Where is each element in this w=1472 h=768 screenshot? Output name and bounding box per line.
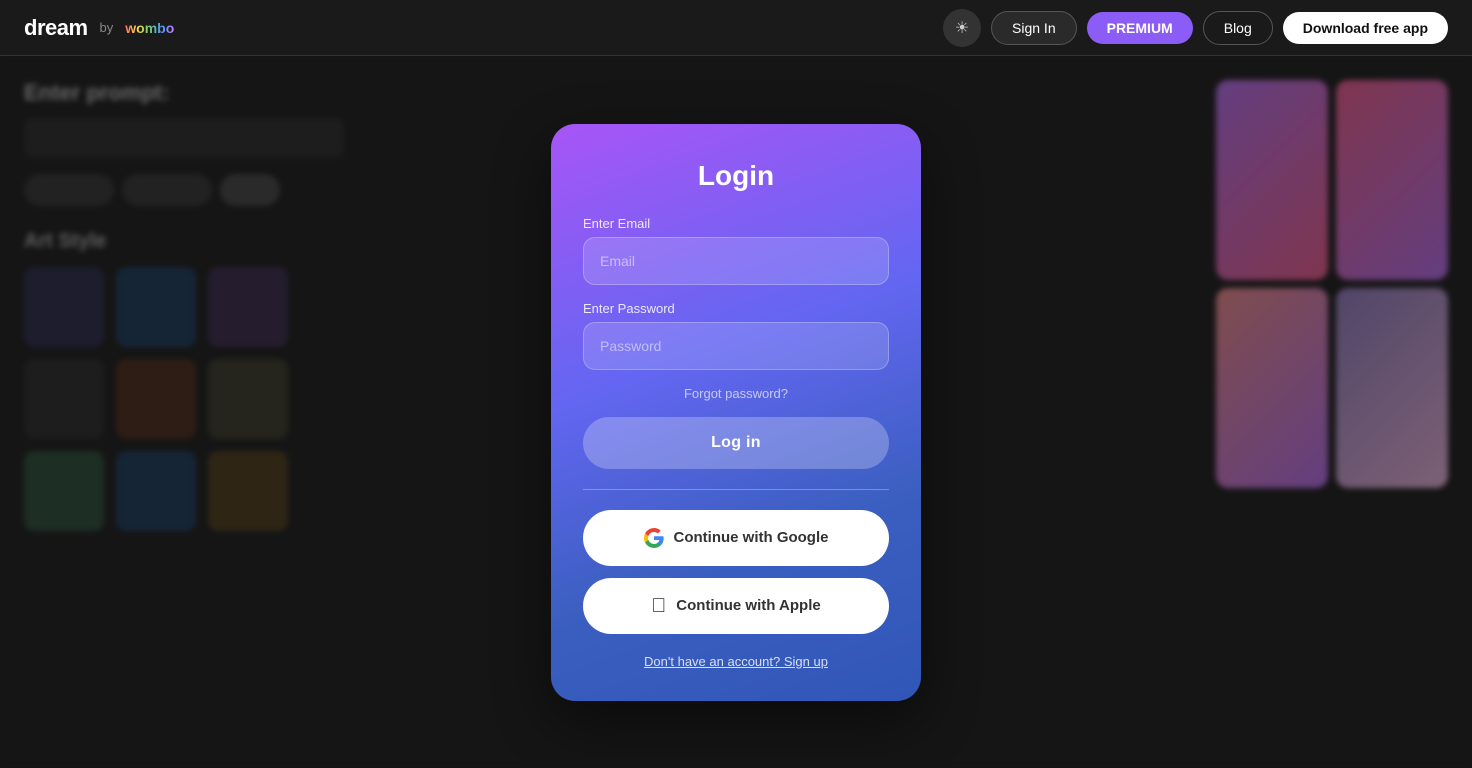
logo-dream: dream [24, 15, 88, 41]
continue-with-apple-button[interactable]:  Continue with Apple [583, 578, 889, 634]
sun-icon: ☀ [955, 18, 969, 38]
google-button-label: Continue with Google [674, 529, 829, 546]
download-app-button[interactable]: Download free app [1283, 12, 1448, 44]
password-input[interactable] [583, 322, 889, 370]
logo-by: by [100, 20, 114, 35]
login-button[interactable]: Log in [583, 417, 889, 469]
modal-overlay: Login Enter Email Enter Password Forgot … [0, 56, 1472, 768]
apple-button-label: Continue with Apple [676, 597, 820, 614]
modal-title: Login [583, 160, 889, 192]
continue-with-google-button[interactable]: Continue with Google [583, 510, 889, 566]
navbar-actions: ☀ Sign In PREMIUM Blog Download free app [943, 9, 1448, 47]
premium-button[interactable]: PREMIUM [1087, 12, 1193, 44]
divider [583, 489, 889, 490]
signup-link[interactable]: Don't have an account? Sign up [583, 654, 889, 669]
password-label: Enter Password [583, 301, 889, 316]
sign-in-button[interactable]: Sign In [991, 11, 1077, 45]
forgot-password-link[interactable]: Forgot password? [583, 386, 889, 401]
theme-toggle-button[interactable]: ☀ [943, 9, 981, 47]
apple-icon:  [651, 596, 666, 616]
login-modal: Login Enter Email Enter Password Forgot … [551, 124, 921, 701]
logo-wombo: wombo [125, 20, 174, 36]
blog-button[interactable]: Blog [1203, 11, 1273, 45]
navbar: dream by wombo ☀ Sign In PREMIUM Blog Do… [0, 0, 1472, 56]
google-icon [644, 528, 664, 548]
navbar-logo-group: dream by wombo [24, 15, 174, 41]
email-input[interactable] [583, 237, 889, 285]
email-label: Enter Email [583, 216, 889, 231]
